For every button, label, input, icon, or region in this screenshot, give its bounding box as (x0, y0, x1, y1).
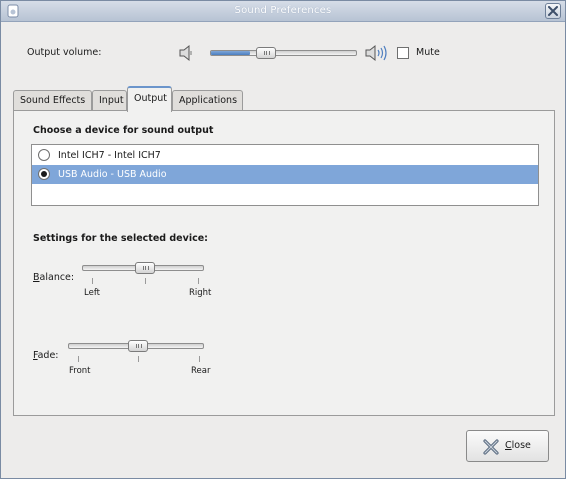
fade-label: Fade: (33, 350, 59, 361)
balance-tick-center (145, 278, 146, 284)
title-close-button[interactable] (545, 3, 561, 19)
device-label: Intel ICH7 - Intel ICH7 (58, 150, 161, 161)
window-title: Sound Preferences (234, 5, 332, 16)
balance-left-label: Left (84, 288, 100, 298)
output-volume-label: Output volume: (27, 47, 102, 58)
balance-right-label: Right (189, 288, 212, 298)
speaker-high-icon (365, 44, 387, 62)
fade-label-rest: ade: (37, 350, 59, 361)
close-button-label: Close (505, 440, 531, 451)
fade-tick-front (78, 356, 79, 362)
fade-tick-rear (199, 356, 200, 362)
tab-output[interactable]: Output (127, 86, 172, 112)
output-volume-fill (211, 51, 251, 55)
fade-thumb[interactable] (128, 340, 148, 352)
output-volume-slider[interactable] (210, 50, 357, 56)
close-label-rest: lose (511, 440, 531, 451)
fade-tick-center (138, 356, 139, 362)
output-volume-thumb[interactable] (256, 47, 276, 59)
balance-label-rest: alance: (39, 272, 75, 283)
speaker-low-icon (179, 44, 192, 62)
tab-applications[interactable]: Applications (172, 90, 243, 111)
settings-heading: Settings for the selected device: (33, 233, 208, 244)
balance-tick-right (198, 278, 199, 284)
device-label: USB Audio - USB Audio (58, 169, 167, 180)
balance-thumb[interactable] (135, 262, 155, 274)
balance-label: Balance: (33, 272, 74, 283)
sound-preferences-window: Sound Preferences Output volume: Mute So… (0, 0, 566, 479)
output-tab-panel: Choose a device for sound output Intel I… (13, 110, 555, 416)
device-list-heading: Choose a device for sound output (33, 125, 214, 136)
fade-front-label: Front (69, 366, 91, 376)
close-icon (548, 6, 558, 16)
tab-sound-effects[interactable]: Sound Effects (13, 90, 92, 111)
device-list[interactable]: Intel ICH7 - Intel ICH7 USB Audio - USB … (31, 144, 539, 206)
close-x-icon (483, 439, 499, 455)
device-radio[interactable] (38, 168, 50, 180)
title-bar[interactable]: Sound Preferences (1, 1, 565, 22)
tab-input[interactable]: Input (92, 90, 127, 111)
list-item[interactable]: USB Audio - USB Audio (32, 165, 538, 184)
fade-rear-label: Rear (191, 366, 211, 376)
device-radio[interactable] (38, 149, 50, 161)
mute-label[interactable]: Mute (416, 47, 440, 58)
list-item[interactable]: Intel ICH7 - Intel ICH7 (32, 146, 538, 165)
mute-checkbox[interactable] (397, 47, 409, 59)
close-mnemonic: C (505, 440, 512, 451)
close-button[interactable]: Close (466, 430, 549, 462)
balance-tick-left (92, 278, 93, 284)
